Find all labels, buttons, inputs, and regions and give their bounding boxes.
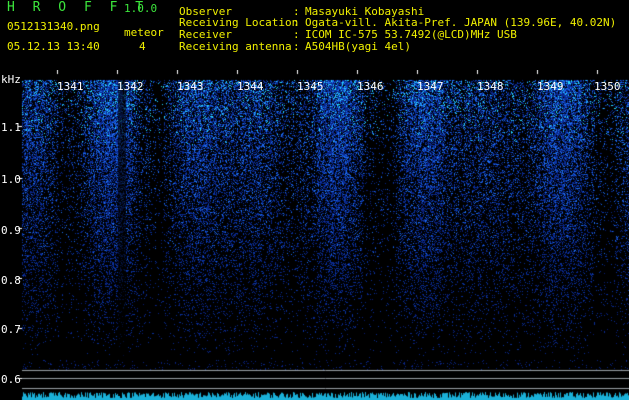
info-value: A504HB(yagi 4el)	[305, 40, 411, 53]
file-name: 0512131340.png	[7, 20, 100, 33]
app-version: 1.0.0	[124, 2, 158, 15]
minute-label: 1346	[357, 80, 384, 93]
minute-label: 1347	[417, 80, 444, 93]
minute-label: 1341	[57, 80, 84, 93]
minute-label: 1342	[117, 80, 144, 93]
y-tick-label: 0.6	[1, 373, 21, 386]
info-key: Receiving antenna	[179, 40, 292, 53]
meteor-count: 4	[139, 40, 146, 53]
y-tick-label: 0.9	[1, 224, 21, 237]
minute-label: 1349	[537, 80, 564, 93]
minute-label: 1345	[297, 80, 324, 93]
minute-label: 1343	[177, 80, 204, 93]
y-tick-label: 1.0	[1, 173, 21, 186]
minute-label: 1348	[477, 80, 504, 93]
minute-label: 1350	[594, 80, 621, 93]
info-row-antenna: Receiving antenna: A504HB(yagi 4el)	[179, 40, 411, 53]
y-tick-label: 1.1	[1, 121, 21, 134]
y-tick-label: 0.7	[1, 323, 21, 336]
minute-label: 1344	[237, 80, 264, 93]
mode-label: meteor	[124, 26, 164, 39]
timestamp: 05.12.13 13:40	[7, 40, 100, 53]
y-tick-label: 0.8	[1, 274, 21, 287]
spectrogram-image	[0, 70, 629, 400]
info-colon: :	[293, 40, 300, 53]
frequency-axis-unit: kHz	[1, 73, 21, 86]
